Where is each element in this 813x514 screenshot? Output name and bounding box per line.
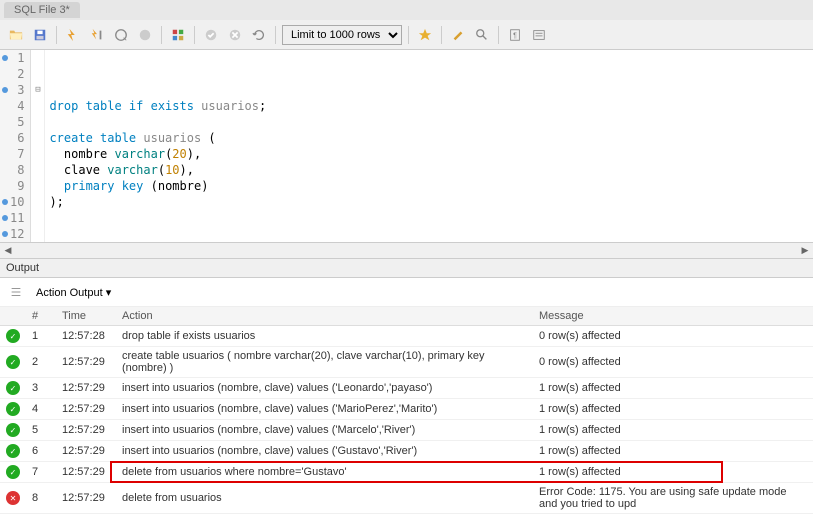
output-row[interactable]: ✓112:57:28drop table if exists usuarios0… xyxy=(0,326,813,347)
output-panel-title: Output xyxy=(0,258,813,278)
commit-icon[interactable] xyxy=(168,25,188,45)
reject-icon[interactable] xyxy=(225,25,245,45)
editor-hscroll[interactable]: ◀ ▶ xyxy=(0,242,813,258)
success-icon: ✓ xyxy=(6,465,20,479)
output-row[interactable]: ✓612:57:29insert into usuarios (nombre, … xyxy=(0,441,813,462)
output-row[interactable]: ✓712:57:29delete from usuarios where nom… xyxy=(0,462,813,483)
toolbar: Limit to 1000 rows ¶ xyxy=(0,20,813,50)
favorite-icon[interactable] xyxy=(415,25,435,45)
success-icon: ✓ xyxy=(6,329,20,343)
tab-bar: SQL File 3* xyxy=(0,0,813,20)
execute-icon[interactable] xyxy=(63,25,83,45)
col-time[interactable]: Time xyxy=(56,307,116,326)
find-icon[interactable] xyxy=(472,25,492,45)
success-icon: ✓ xyxy=(6,355,20,369)
save-icon[interactable] xyxy=(30,25,50,45)
fold-column: ⊟ xyxy=(31,50,45,242)
scroll-left-icon[interactable]: ◀ xyxy=(0,245,16,256)
error-icon: ✕ xyxy=(6,491,20,505)
scroll-right-icon[interactable]: ▶ xyxy=(797,245,813,256)
output-row[interactable]: ✓212:57:29create table usuarios ( nombre… xyxy=(0,347,813,378)
accept-icon[interactable] xyxy=(201,25,221,45)
separator xyxy=(498,26,499,44)
wrap-icon[interactable]: ¶ xyxy=(505,25,525,45)
separator xyxy=(56,26,57,44)
separator xyxy=(408,26,409,44)
col-action[interactable]: Action xyxy=(116,307,533,326)
output-row[interactable]: ✓412:57:29insert into usuarios (nombre, … xyxy=(0,399,813,420)
col-num[interactable]: # xyxy=(26,307,56,326)
open-icon[interactable] xyxy=(6,25,26,45)
snippets-icon[interactable] xyxy=(529,25,549,45)
refresh-icon[interactable] xyxy=(249,25,269,45)
sql-editor[interactable]: 123456789101112131415161718 ⊟ drop table… xyxy=(0,50,813,242)
separator xyxy=(441,26,442,44)
stop-icon[interactable] xyxy=(135,25,155,45)
beautify-icon[interactable] xyxy=(448,25,468,45)
code-area[interactable]: drop table if exists usuarios;create tab… xyxy=(45,50,813,242)
svg-text:¶: ¶ xyxy=(513,32,517,39)
output-list-icon[interactable] xyxy=(6,282,26,302)
limit-rows-select[interactable]: Limit to 1000 rows xyxy=(282,25,402,45)
output-row[interactable]: ✕812:57:29delete from usuariosError Code… xyxy=(0,483,813,514)
output-type-dropdown[interactable]: Action Output ▾ xyxy=(32,284,115,301)
explain-icon[interactable] xyxy=(111,25,131,45)
output-row[interactable]: ✓312:57:29insert into usuarios (nombre, … xyxy=(0,378,813,399)
separator xyxy=(161,26,162,44)
separator xyxy=(194,26,195,44)
file-tab[interactable]: SQL File 3* xyxy=(4,2,80,18)
line-gutter: 123456789101112131415161718 xyxy=(0,50,31,242)
separator xyxy=(275,26,276,44)
success-icon: ✓ xyxy=(6,444,20,458)
col-message[interactable]: Message xyxy=(533,307,813,326)
success-icon: ✓ xyxy=(6,402,20,416)
success-icon: ✓ xyxy=(6,381,20,395)
output-grid: # Time Action Message ✓112:57:28drop tab… xyxy=(0,307,813,514)
execute-step-icon[interactable] xyxy=(87,25,107,45)
output-row[interactable]: ✓512:57:29insert into usuarios (nombre, … xyxy=(0,420,813,441)
chevron-down-icon: ▾ xyxy=(106,287,112,299)
output-tools: Action Output ▾ xyxy=(0,278,813,307)
success-icon: ✓ xyxy=(6,423,20,437)
